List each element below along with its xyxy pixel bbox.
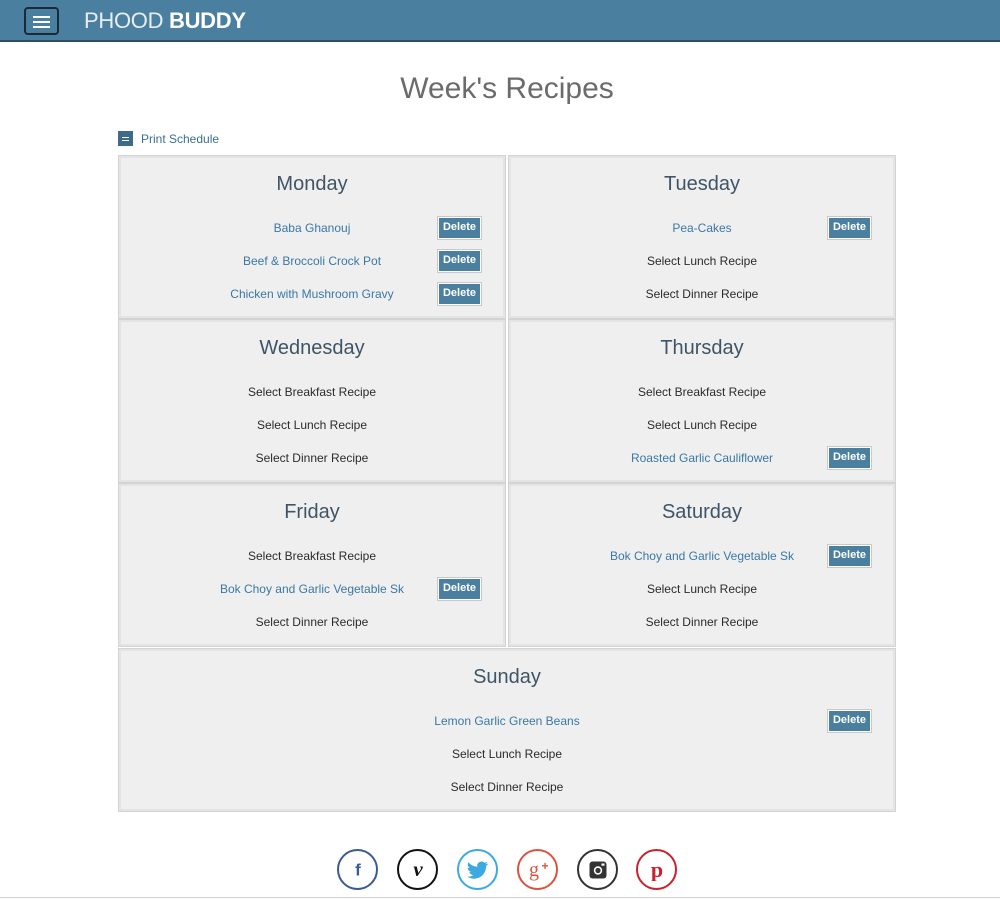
select-recipe-link[interactable]: Select Breakfast Recipe: [638, 385, 766, 399]
select-recipe-link[interactable]: Select Dinner Recipe: [646, 287, 759, 301]
hamburger-menu-button[interactable]: [24, 7, 59, 35]
select-recipe-link[interactable]: Select Dinner Recipe: [451, 780, 564, 794]
meal-row: Select Lunch Recipe: [119, 742, 895, 766]
select-recipe-link[interactable]: Select Breakfast Recipe: [248, 549, 376, 563]
hamburger-line: [33, 26, 50, 28]
recipe-link[interactable]: Lemon Garlic Green Beans: [434, 714, 579, 728]
meal-row: Select Breakfast Recipe: [509, 380, 895, 404]
delete-recipe-button[interactable]: Delete: [437, 282, 482, 306]
vimeo-link[interactable]: v: [397, 849, 438, 890]
select-recipe-link[interactable]: Select Lunch Recipe: [647, 254, 757, 268]
recipe-link[interactable]: Baba Ghanouj: [274, 221, 351, 235]
brand-logo[interactable]: PHOOD BUDDY: [84, 9, 246, 33]
select-recipe-link[interactable]: Select Dinner Recipe: [646, 615, 759, 629]
day-card-wednesday: Wednesday Select Breakfast Recipe Select L…: [118, 319, 506, 483]
meal-row: Select Dinner Recipe: [509, 282, 895, 306]
select-recipe-link[interactable]: Select Dinner Recipe: [256, 451, 369, 465]
day-title: Wednesday: [259, 337, 365, 359]
facebook-link[interactable]: f: [337, 849, 378, 890]
print-list-icon: [118, 131, 133, 146]
recipe-link[interactable]: Pea-Cakes: [672, 221, 731, 235]
instagram-icon: [588, 860, 608, 880]
top-navbar: PHOOD BUDDY: [0, 0, 1000, 42]
hamburger-line: [33, 16, 50, 18]
recipe-link[interactable]: Bok Choy and Garlic Vegetable Sk: [610, 549, 794, 563]
select-recipe-link[interactable]: Select Breakfast Recipe: [248, 385, 376, 399]
meal-row: Bok Choy and Garlic Vegetable Sk Delete: [119, 577, 505, 601]
pinterest-link[interactable]: p: [636, 849, 677, 890]
delete-recipe-button[interactable]: Delete: [437, 577, 482, 601]
meal-row: Roasted Garlic Cauliflower Delete: [509, 446, 895, 470]
vimeo-icon: v: [407, 859, 429, 881]
svg-text:g: g: [529, 859, 539, 881]
google-plus-icon: g +: [525, 859, 551, 881]
meal-row: Chicken with Mushroom Gravy Delete: [119, 282, 505, 306]
select-recipe-link[interactable]: Select Lunch Recipe: [647, 418, 757, 432]
select-recipe-link[interactable]: Select Lunch Recipe: [257, 418, 367, 432]
meal-row: Select Dinner Recipe: [119, 446, 505, 470]
meal-row: Pea-Cakes Delete: [509, 216, 895, 240]
meal-row: Select Dinner Recipe: [509, 610, 895, 634]
select-recipe-link[interactable]: Select Dinner Recipe: [256, 615, 369, 629]
meal-row: Select Lunch Recipe: [509, 577, 895, 601]
meal-row: Baba Ghanouj Delete: [119, 216, 505, 240]
delete-recipe-button[interactable]: Delete: [437, 249, 482, 273]
day-title: Tuesday: [664, 173, 740, 195]
svg-text:+: +: [541, 859, 548, 873]
day-card-friday: Friday Select Breakfast Recipe Bok Choy an…: [118, 483, 506, 647]
footer-divider: [0, 897, 1000, 898]
print-schedule-link[interactable]: Print Schedule: [118, 131, 219, 146]
day-title: Thursday: [660, 337, 744, 359]
google-plus-link[interactable]: g +: [517, 849, 558, 890]
day-card-thursday: Thursday Select Breakfast Recipe Select Lu…: [508, 319, 896, 483]
delete-recipe-button[interactable]: Delete: [827, 709, 872, 733]
meal-row: Select Lunch Recipe: [119, 413, 505, 437]
delete-recipe-button[interactable]: Delete: [827, 446, 872, 470]
svg-text:p: p: [650, 859, 662, 881]
delete-recipe-button[interactable]: Delete: [827, 544, 872, 568]
brand-bold-text: BUDDY: [169, 8, 246, 33]
day-card-saturday: Saturday Bok Choy and Garlic Vegetable Sk…: [508, 483, 896, 647]
recipe-link[interactable]: Bok Choy and Garlic Vegetable Sk: [220, 582, 404, 596]
meal-row: Select Dinner Recipe: [119, 775, 895, 799]
recipe-link[interactable]: Beef & Broccoli Crock Pot: [243, 254, 381, 268]
page-title: Week's Recipes: [400, 72, 614, 105]
day-card-tuesday: Tuesday Pea-Cakes Delete Select Lunch Recip…: [508, 155, 896, 319]
meal-row: Select Breakfast Recipe: [119, 380, 505, 404]
svg-text:v: v: [413, 859, 423, 881]
svg-text:f: f: [355, 860, 361, 879]
meal-row: Select Breakfast Recipe: [119, 544, 505, 568]
day-card-sunday: Sunday Lemon Garlic Green Beans Delete Sele…: [118, 648, 896, 812]
select-recipe-link[interactable]: Select Lunch Recipe: [647, 582, 757, 596]
day-title: Sunday: [473, 666, 541, 688]
facebook-icon: f: [348, 860, 368, 880]
day-title: Monday: [276, 173, 348, 195]
meal-row: Beef & Broccoli Crock Pot Delete: [119, 249, 505, 273]
meal-row: Bok Choy and Garlic Vegetable Sk Delete: [509, 544, 895, 568]
meal-row: Select Lunch Recipe: [509, 413, 895, 437]
day-card-monday: Monday Baba Ghanouj Delete Beef & Broccoli …: [118, 155, 506, 319]
brand-light-text: PHOOD: [84, 8, 169, 33]
select-recipe-link[interactable]: Select Lunch Recipe: [452, 747, 562, 761]
day-title: Saturday: [661, 501, 743, 523]
print-schedule-label: Print Schedule: [141, 131, 220, 146]
recipe-link[interactable]: Roasted Garlic Cauliflower: [631, 451, 773, 465]
day-title: Friday: [284, 501, 340, 523]
hamburger-line: [33, 21, 50, 23]
recipe-link[interactable]: Chicken with Mushroom Gravy: [230, 287, 393, 301]
twitter-link[interactable]: [457, 849, 498, 890]
delete-recipe-button[interactable]: Delete: [827, 216, 872, 240]
pinterest-icon: p: [646, 859, 668, 881]
instagram-link[interactable]: [577, 849, 618, 890]
meal-row: Select Lunch Recipe: [509, 249, 895, 273]
meal-row: Select Dinner Recipe: [119, 610, 505, 634]
meal-row: Lemon Garlic Green Beans Delete: [119, 709, 895, 733]
twitter-icon: [466, 861, 489, 879]
delete-recipe-button[interactable]: Delete: [437, 216, 482, 240]
